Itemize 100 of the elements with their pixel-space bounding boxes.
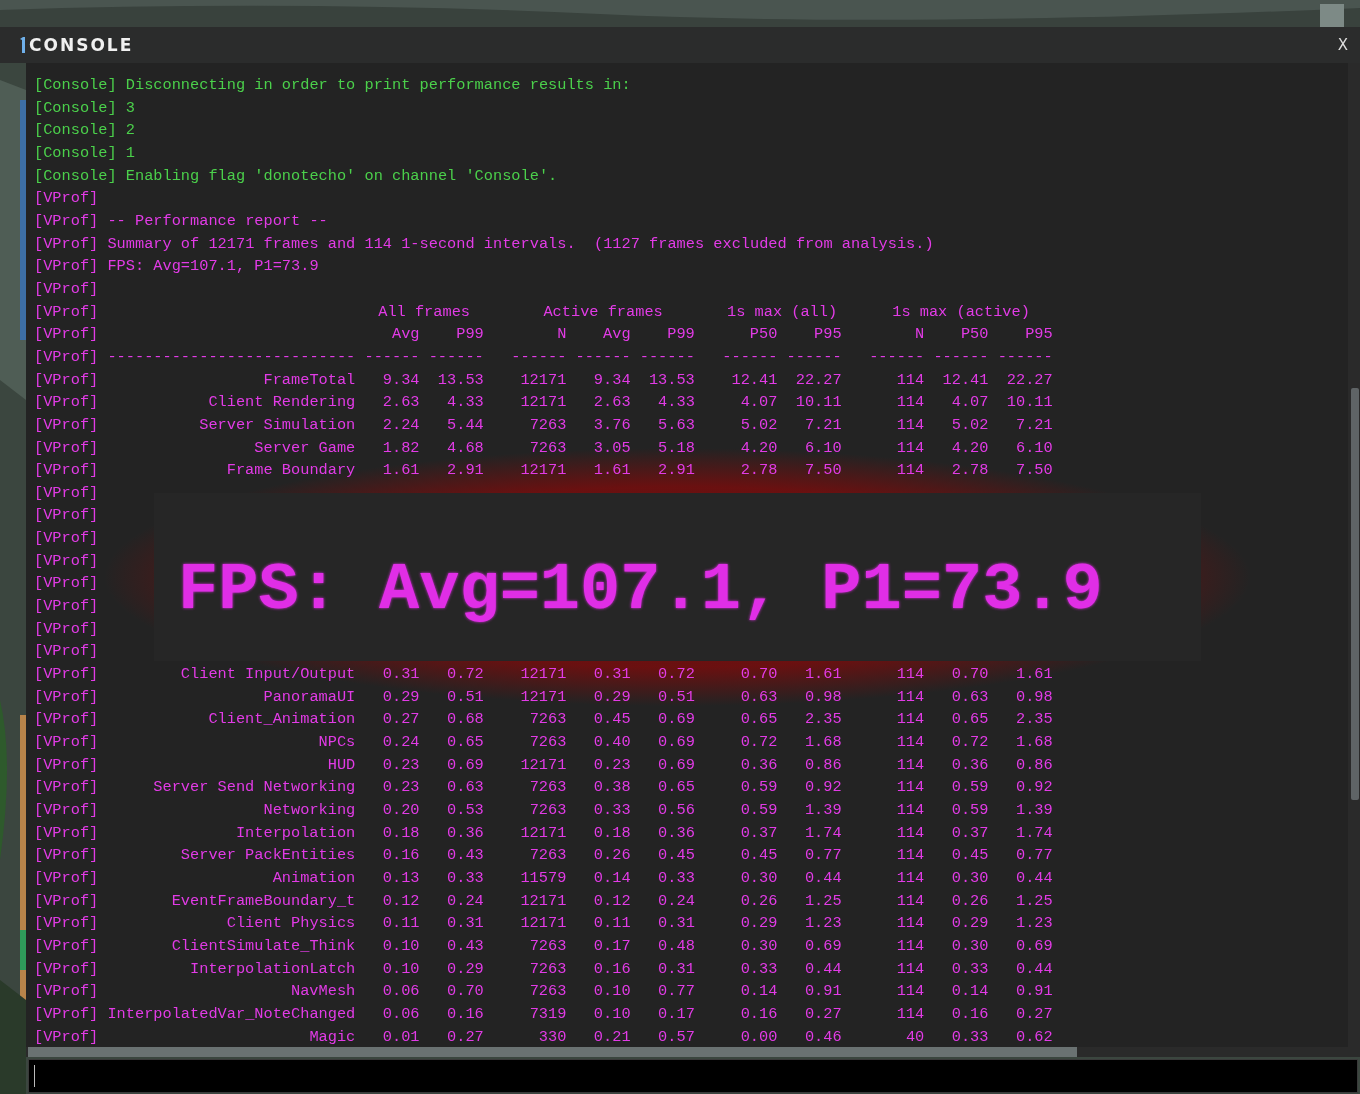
log-line: [Console] 1 — [34, 142, 135, 164]
table-cell-text: 0.45 — [950, 845, 989, 867]
table-cell-text: 114 — [895, 369, 925, 391]
table-cell-text: 2.78 — [950, 460, 989, 482]
row-label: PanoramaUI — [262, 686, 356, 708]
close-button[interactable]: X — [1333, 34, 1352, 56]
table-cell-text: 0.69 — [657, 709, 695, 731]
row-label: ClientSimulate_Think — [170, 935, 356, 957]
table-cell-text: 0.77 — [1015, 845, 1053, 867]
log-line: [Console] Enabling flag 'donotecho' on channel 'Console'. — [34, 165, 558, 187]
table-cell-text: 0.16 — [739, 1003, 778, 1025]
table-cell-text: 0.26 — [592, 845, 631, 867]
log-prefix: [VProf] — [34, 958, 99, 980]
group-header: All frames — [377, 301, 471, 323]
table-cell-text: 0.46 — [803, 1026, 842, 1047]
log-prefix: [VProf] — [34, 1026, 99, 1047]
log-line: [VProf] — [34, 550, 99, 572]
table-cell-text: 0.51 — [446, 686, 484, 708]
table-cell-text: 12171 — [519, 890, 567, 912]
table-cell-text: 4.33 — [446, 392, 484, 414]
table-cell-text: 22.27 — [1005, 369, 1053, 391]
table-cell-text: 114 — [895, 437, 925, 459]
log-line: [VProf] — [34, 528, 99, 550]
table-cell-text: 4.33 — [657, 392, 695, 414]
table-cell-text: 0.48 — [657, 935, 695, 957]
table-cell-text: 0.31 — [657, 958, 695, 980]
table-cell-text: 7.21 — [1015, 414, 1053, 436]
table-cell-text: 0.45 — [739, 845, 778, 867]
table-cell-text: 12171 — [519, 369, 567, 391]
column-header: N — [914, 324, 925, 346]
table-cell-text: 0.16 — [592, 958, 631, 980]
table-cell-text: 0.65 — [446, 732, 484, 754]
row-label: Magic — [308, 1026, 356, 1047]
table-cell-text: 5.02 — [950, 414, 989, 436]
group-header: 1s max (active) — [891, 301, 1031, 323]
table-cell-text: 4.07 — [950, 392, 989, 414]
log-line: [VProf] — [34, 641, 99, 663]
table-cell-text: 1.25 — [803, 890, 842, 912]
table-cell-text: 0.68 — [446, 709, 484, 731]
table-cell-text: 0.01 — [381, 1026, 420, 1047]
separator-line: ------ — [575, 346, 631, 368]
column-header: P95 — [1024, 324, 1053, 346]
log-prefix: [VProf] — [34, 414, 99, 436]
table-cell-text: 1.39 — [803, 800, 842, 821]
table-cell-text: 0.72 — [950, 732, 989, 754]
log-line: [VProf] — [34, 482, 99, 504]
log-line: [Console] 2 — [34, 120, 135, 142]
column-header: P99 — [666, 324, 695, 346]
log-line: [VProf] — [34, 505, 99, 527]
table-cell-text: 0.10 — [592, 981, 631, 1003]
row-label: Networking — [262, 800, 356, 821]
table-cell-text: 0.59 — [739, 777, 778, 799]
log-prefix: [VProf] — [34, 800, 99, 821]
table-cell-text: 2.91 — [657, 460, 695, 482]
log-line: [VProf] — [34, 596, 99, 618]
table-cell-text: 7263 — [528, 437, 567, 459]
log-line: [VProf] Summary of 12171 frames and 114 1-second intervals. (1127 frames excluded from analysis.) — [34, 233, 934, 255]
table-cell-text: 0.69 — [446, 754, 484, 776]
table-cell-text: 0.11 — [592, 913, 631, 935]
table-cell-text: 0.69 — [657, 754, 695, 776]
table-cell-text: 7.50 — [803, 460, 842, 482]
table-cell-text: 0.26 — [739, 890, 778, 912]
table-cell-text: 0.24 — [381, 732, 420, 754]
table-cell-text: 7263 — [528, 958, 567, 980]
table-cell-text: 7263 — [528, 709, 567, 731]
table-cell-text: 0.70 — [950, 664, 989, 686]
table-cell-text: 0.12 — [592, 890, 631, 912]
table-cell-text: 0.11 — [381, 913, 420, 935]
table-cell-text: 0.44 — [803, 867, 842, 889]
table-cell-text: 0.59 — [950, 777, 989, 799]
table-cell-text: 40 — [904, 1026, 925, 1047]
table-cell-text: 0.37 — [739, 822, 778, 844]
table-cell-text: 0.23 — [592, 754, 631, 776]
table-cell-text: 0.18 — [592, 822, 631, 844]
separator-line: ------ — [869, 346, 925, 368]
table-cell-text: 2.35 — [803, 709, 842, 731]
table-cell-text: 114 — [895, 913, 925, 935]
table-cell-text: 0.17 — [592, 935, 631, 957]
log-prefix: [VProf] — [34, 1003, 99, 1025]
log-prefix: [VProf] — [34, 664, 99, 686]
table-cell-text: 0.10 — [381, 935, 420, 957]
table-cell-text: 0.65 — [950, 709, 989, 731]
table-cell-text: 12171 — [519, 754, 567, 776]
table-cell-text: 114 — [895, 822, 925, 844]
table-cell-text: 0.36 — [950, 754, 989, 776]
table-cell-text: 1.61 — [1015, 664, 1053, 686]
table-cell-text: 330 — [537, 1026, 567, 1047]
row-label: Server Game — [253, 437, 356, 459]
table-cell-text: 0.91 — [1015, 981, 1053, 1003]
table-cell-text: 11579 — [519, 867, 567, 889]
table-cell-text: 13.53 — [647, 369, 695, 391]
table-cell-text: 0.44 — [803, 958, 842, 980]
table-cell-text: 0.23 — [381, 754, 420, 776]
table-cell-text: 1.39 — [1015, 800, 1053, 821]
row-label: InterpolatedVar_NoteChanged — [107, 1003, 356, 1025]
table-cell-text: 0.31 — [592, 664, 631, 686]
table-cell-text: 114 — [895, 754, 925, 776]
table-cell-text: 0.33 — [739, 958, 778, 980]
table-cell-text: 2.78 — [739, 460, 778, 482]
table-cell-text: 7263 — [528, 981, 567, 1003]
